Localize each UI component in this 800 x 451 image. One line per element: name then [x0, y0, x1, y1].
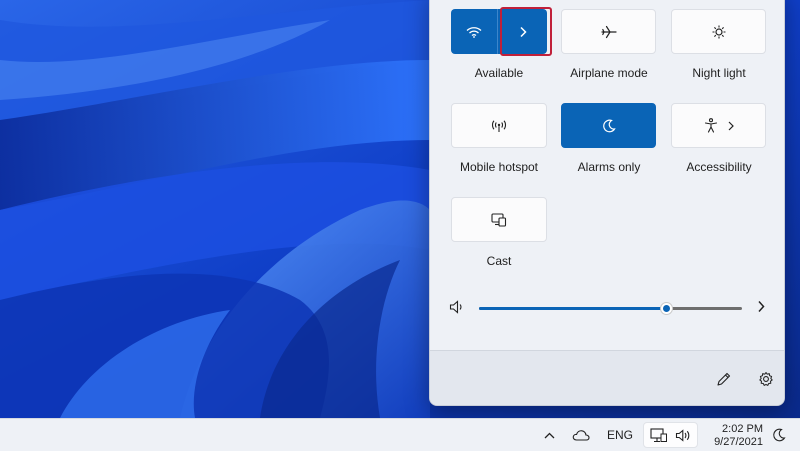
chevron-right-icon[interactable] [757, 300, 765, 313]
clock-time: 2:02 PM [722, 423, 763, 435]
airplane-mode-label: Airplane mode [570, 66, 648, 80]
cast-label: Cast [486, 254, 512, 268]
accessibility-tile[interactable] [671, 103, 766, 148]
accessibility-icon [704, 118, 718, 133]
network-icon [650, 428, 668, 443]
clock-button[interactable]: 2:02 PM 9/27/2021 [703, 423, 763, 449]
wifi-toggle-button[interactable] [451, 9, 498, 54]
show-hidden-icons-button[interactable] [540, 419, 558, 451]
quick-settings-panel: Available Airplane mode Night light Mobi… [429, 0, 785, 406]
hotspot-icon [491, 119, 507, 133]
wifi-icon [466, 26, 482, 38]
accessibility-label: Accessibility [686, 160, 752, 174]
night-light-tile[interactable] [671, 9, 766, 54]
gear-icon[interactable] [758, 371, 774, 387]
chevron-up-icon [544, 432, 555, 439]
clock-date: 9/27/2021 [714, 436, 763, 448]
airplane-mode-tile[interactable] [561, 9, 656, 54]
airplane-icon [600, 25, 617, 39]
moon-icon [602, 119, 616, 133]
volume-slider-thumb[interactable] [659, 302, 673, 315]
mobile-hotspot-tile[interactable] [451, 103, 547, 148]
cloud-icon [572, 429, 590, 441]
onedrive-button[interactable] [570, 419, 592, 451]
speaker-icon[interactable] [449, 300, 465, 314]
speaker-icon [675, 429, 691, 442]
focus-assist-indicator[interactable] [768, 419, 790, 451]
night-light-label: Night light [692, 66, 746, 80]
moon-icon [772, 428, 786, 442]
brightness-icon [712, 25, 726, 39]
taskbar: ENG 2:02 PM 9/27/2021 [0, 418, 800, 451]
wifi-label: Available [474, 66, 524, 80]
volume-slider-fill [479, 307, 666, 310]
pencil-icon[interactable] [716, 371, 732, 387]
highlight-box [500, 7, 552, 56]
focus-assist-tile[interactable] [561, 103, 656, 148]
chevron-right-icon [728, 121, 734, 131]
focus-assist-label: Alarms only [577, 160, 641, 174]
cast-tile[interactable] [451, 197, 547, 242]
cast-icon [491, 212, 507, 227]
network-volume-button[interactable] [643, 422, 698, 448]
volume-slider[interactable] [479, 302, 742, 315]
language-indicator[interactable]: ENG [604, 419, 636, 451]
mobile-hotspot-label: Mobile hotspot [459, 160, 539, 174]
